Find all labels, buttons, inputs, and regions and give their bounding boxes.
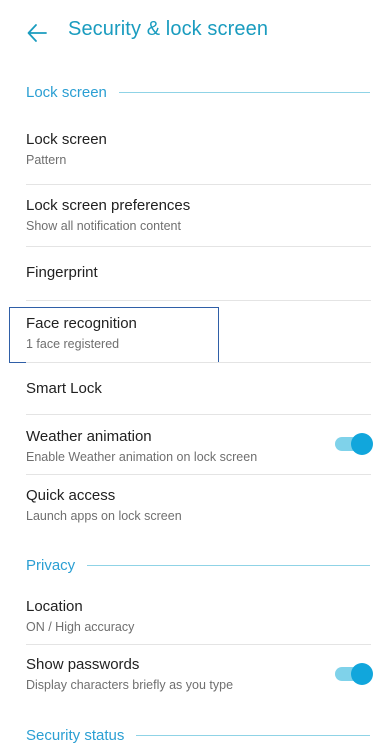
divider	[26, 184, 371, 185]
section-header-privacy: Privacy	[26, 554, 374, 576]
setting-subtitle: Pattern	[26, 153, 67, 167]
show-passwords-toggle[interactable]	[335, 663, 373, 685]
weather-animation-toggle[interactable]	[335, 433, 373, 455]
setting-subtitle: Launch apps on lock screen	[26, 509, 182, 523]
setting-fingerprint[interactable]: Fingerprint	[0, 248, 374, 300]
setting-show-passwords[interactable]: Show passwords Display characters briefl…	[0, 646, 374, 702]
setting-location[interactable]: Location ON / High accuracy	[0, 586, 374, 642]
setting-title: Location	[26, 598, 83, 615]
setting-lock-screen[interactable]: Lock screen Pattern	[0, 122, 374, 178]
setting-title: Face recognition	[26, 315, 137, 332]
setting-title: Weather animation	[26, 428, 152, 445]
divider	[26, 644, 371, 645]
section-rule	[136, 734, 370, 736]
page-title: Security & lock screen	[68, 18, 269, 40]
setting-title: Smart Lock	[26, 380, 102, 397]
toggle-thumb	[351, 663, 373, 685]
setting-title: Fingerprint	[26, 264, 98, 281]
section-rule	[87, 564, 370, 566]
setting-subtitle: 1 face registered	[26, 337, 120, 351]
section-label: Security status	[26, 726, 125, 744]
setting-title: Show passwords	[26, 656, 140, 673]
divider	[26, 246, 371, 247]
setting-quick-access[interactable]: Quick access Launch apps on lock screen	[0, 476, 374, 536]
divider	[26, 300, 371, 301]
setting-subtitle: ON / High accuracy	[26, 620, 135, 634]
setting-subtitle: Show all notification content	[26, 219, 181, 233]
setting-title: Lock screen preferences	[26, 197, 191, 214]
divider	[26, 362, 371, 363]
arrow-left-icon	[27, 24, 47, 42]
setting-title: Lock screen	[26, 131, 107, 148]
back-button[interactable]	[24, 20, 50, 46]
section-header-security-status: Security status	[26, 724, 374, 746]
section-label: Privacy	[26, 556, 76, 574]
section-rule	[118, 91, 370, 93]
section-label: Lock screen	[26, 83, 107, 101]
setting-title: Quick access	[26, 487, 116, 504]
toggle-thumb	[351, 433, 373, 455]
section-header-lock-screen: Lock screen	[26, 81, 374, 103]
setting-smart-lock[interactable]: Smart Lock	[0, 364, 374, 414]
divider	[26, 414, 371, 415]
setting-subtitle: Enable Weather animation on lock screen	[26, 450, 258, 464]
app-bar: Security & lock screen	[0, 0, 374, 64]
divider	[26, 474, 371, 475]
setting-weather-animation[interactable]: Weather animation Enable Weather animati…	[0, 416, 374, 476]
setting-subtitle: Display characters briefly as you type	[26, 678, 234, 692]
setting-face-recognition[interactable]: Face recognition 1 face registered	[0, 302, 374, 362]
setting-lock-screen-preferences[interactable]: Lock screen preferences Show all notific…	[0, 186, 374, 242]
